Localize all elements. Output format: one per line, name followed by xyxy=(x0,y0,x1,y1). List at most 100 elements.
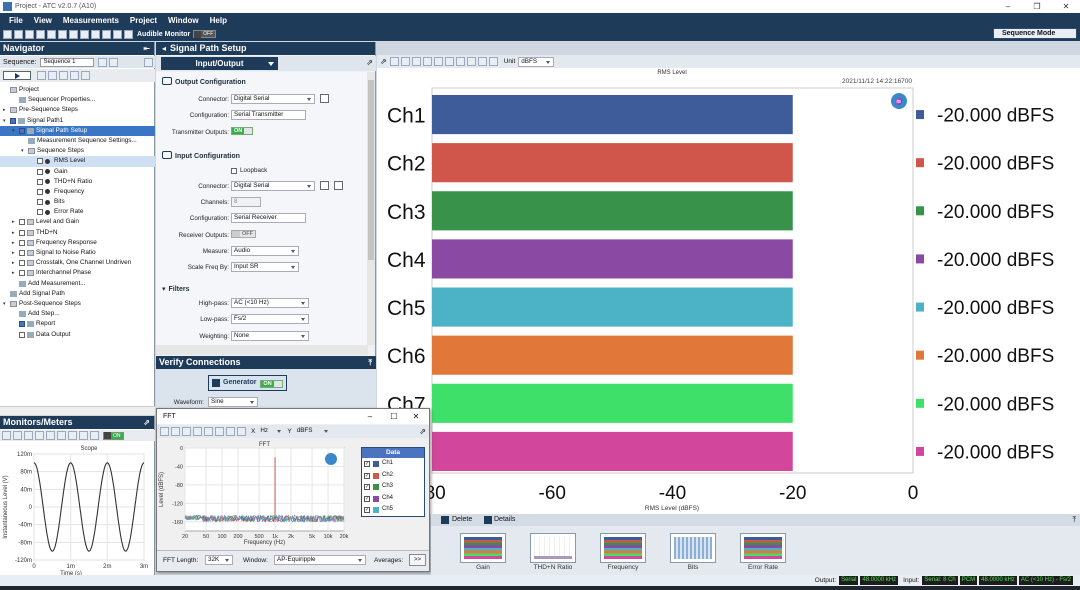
expand-arrow-icon[interactable]: ▾ xyxy=(12,126,18,136)
fft-legend-item[interactable]: ✓ Ch3 xyxy=(362,481,424,493)
open-icon[interactable] xyxy=(14,29,23,39)
tree-item[interactable]: ▸ Signal to Noise Ratio xyxy=(0,248,155,258)
table-icon[interactable] xyxy=(80,29,89,39)
tree-item[interactable]: Project xyxy=(0,85,155,95)
fft-length-select[interactable]: 32K xyxy=(205,555,233,565)
delete-button[interactable]: Delete xyxy=(452,514,472,526)
chart-icon[interactable] xyxy=(57,431,66,440)
settings-icon[interactable] xyxy=(36,29,45,39)
collapse-arrow-icon[interactable]: ▸ xyxy=(12,248,18,258)
result-thumbnail[interactable] xyxy=(670,533,716,563)
tree-item[interactable]: ▾ Post-Sequence Steps xyxy=(0,299,155,309)
print-icon[interactable] xyxy=(411,57,421,66)
weighting-select[interactable]: None xyxy=(231,331,309,341)
series-checkbox[interactable]: ✓ xyxy=(364,495,370,502)
collapse-arrow-icon[interactable]: ▸ xyxy=(12,268,18,278)
save-icon[interactable] xyxy=(400,57,410,66)
tree-item[interactable]: RMS Level xyxy=(0,156,155,167)
series-checkbox[interactable]: ✓ xyxy=(364,472,370,479)
output-connector-select[interactable]: Digital Serial xyxy=(231,94,315,104)
expand-arrow-icon[interactable]: ▾ xyxy=(3,116,9,126)
details-button[interactable]: Details xyxy=(494,514,515,526)
settings-icon[interactable] xyxy=(488,57,498,66)
tree-item[interactable]: ▾ Signal Path1 xyxy=(0,116,155,126)
tree-item-checkbox[interactable] xyxy=(37,168,43,175)
tree-item-checkbox[interactable] xyxy=(19,331,25,338)
dock-icon[interactable]: ⤒ xyxy=(368,356,372,369)
restore-button[interactable]: ❐ xyxy=(1023,0,1051,13)
expand-arrow-icon[interactable]: ▾ xyxy=(3,299,9,309)
audible-monitor-toggle[interactable]: OFF xyxy=(193,30,217,38)
zoom-fit-icon[interactable] xyxy=(433,57,443,66)
waveform-icon[interactable] xyxy=(47,29,56,39)
tree-item-checkbox[interactable] xyxy=(19,229,25,236)
navigator-scrollbar[interactable] xyxy=(0,406,155,415)
new-project-icon[interactable] xyxy=(3,29,12,39)
collapse-icon[interactable]: ⇤ xyxy=(143,42,150,55)
tree-paste-icon[interactable] xyxy=(81,71,90,80)
spectrum-icon[interactable] xyxy=(46,431,55,440)
monitors-toggle[interactable]: ON xyxy=(103,431,124,440)
tree-item-checkbox[interactable] xyxy=(37,199,43,206)
tree-item-checkbox[interactable] xyxy=(37,209,43,216)
tree-item[interactable]: Data Output xyxy=(0,330,155,340)
x-unit-select[interactable]: Hz xyxy=(258,427,284,437)
menu-view[interactable]: View xyxy=(34,16,52,25)
tree-item-checkbox[interactable] xyxy=(10,117,16,124)
copy-icon[interactable] xyxy=(389,57,399,66)
table-icon[interactable] xyxy=(466,57,476,66)
tree-item[interactable]: Sequencer Properties... xyxy=(0,95,155,105)
result-thumbnail[interactable] xyxy=(460,533,506,563)
series-checkbox[interactable]: ✓ xyxy=(364,507,370,513)
tree-item-checkbox[interactable] xyxy=(19,250,25,256)
table-icon[interactable] xyxy=(24,431,33,440)
fft-minimize-button[interactable]: – xyxy=(359,409,381,424)
settings-icon[interactable] xyxy=(237,427,246,436)
clock-icon[interactable] xyxy=(79,431,88,440)
copy-icon[interactable] xyxy=(160,427,169,436)
popout-icon[interactable]: ⇗ xyxy=(419,427,426,436)
meter-icon[interactable] xyxy=(13,431,22,440)
tree-item[interactable]: ▸ THD+N xyxy=(0,228,155,238)
menu-project[interactable]: Project xyxy=(130,16,157,25)
tree-item[interactable]: ▸ Frequency Response xyxy=(0,238,155,248)
fft-close-button[interactable]: ✕ xyxy=(405,409,427,424)
tree-item[interactable]: Error Rate xyxy=(0,207,155,217)
tree-item-checkbox[interactable] xyxy=(19,260,25,267)
tree-item[interactable]: ▾ Signal Path Setup xyxy=(0,125,155,136)
tree-item[interactable]: Frequency xyxy=(0,187,155,197)
tree-item-checkbox[interactable] xyxy=(19,270,25,277)
cursor-icon[interactable] xyxy=(226,427,235,436)
meter-icon[interactable] xyxy=(102,29,111,39)
clock-icon[interactable] xyxy=(113,29,122,39)
input-connector-table-icon[interactable] xyxy=(334,181,343,190)
fft-legend-item[interactable]: ✓ Ch2 xyxy=(362,470,424,482)
window-select[interactable]: AP-Equiripple xyxy=(274,555,366,565)
generator-button[interactable]: Generator ON xyxy=(208,375,287,391)
collapse-arrow-icon[interactable]: ▸ xyxy=(12,238,18,248)
tree-item[interactable]: Report xyxy=(0,319,155,329)
menu-window[interactable]: Window xyxy=(168,16,199,25)
transmitter-outputs-toggle[interactable]: ON xyxy=(231,127,254,135)
details-icon[interactable] xyxy=(484,516,492,524)
fft-maximize-button[interactable]: ☐ xyxy=(383,409,405,424)
tree-expand-icon[interactable] xyxy=(37,71,46,80)
tree-item-checkbox[interactable] xyxy=(19,219,25,226)
sequence-settings-icon[interactable] xyxy=(98,57,108,67)
tree-item[interactable]: ▸ Interchannel Phase xyxy=(0,268,155,278)
series-checkbox[interactable]: ✓ xyxy=(364,484,370,490)
save-icon[interactable] xyxy=(25,29,34,39)
tree-item-checkbox[interactable] xyxy=(37,188,43,195)
setup-horizontal-scrollbar[interactable] xyxy=(156,345,368,355)
scope-icon[interactable] xyxy=(2,431,11,440)
zoom-icon[interactable] xyxy=(422,57,432,66)
dock-icon[interactable]: ⤒ xyxy=(1072,514,1076,526)
list-icon[interactable] xyxy=(69,29,78,39)
fft-window-titlebar[interactable]: FFT – ☐ ✕ xyxy=(157,409,429,424)
output-connector-settings-icon[interactable] xyxy=(320,94,329,103)
tree-item-checkbox[interactable] xyxy=(19,239,25,246)
chart-style-icon[interactable] xyxy=(477,57,487,66)
grid-icon[interactable] xyxy=(215,427,224,436)
sequence-select[interactable]: Sequence 1 xyxy=(40,57,95,67)
popout-icon[interactable]: ⇗ xyxy=(380,57,387,66)
